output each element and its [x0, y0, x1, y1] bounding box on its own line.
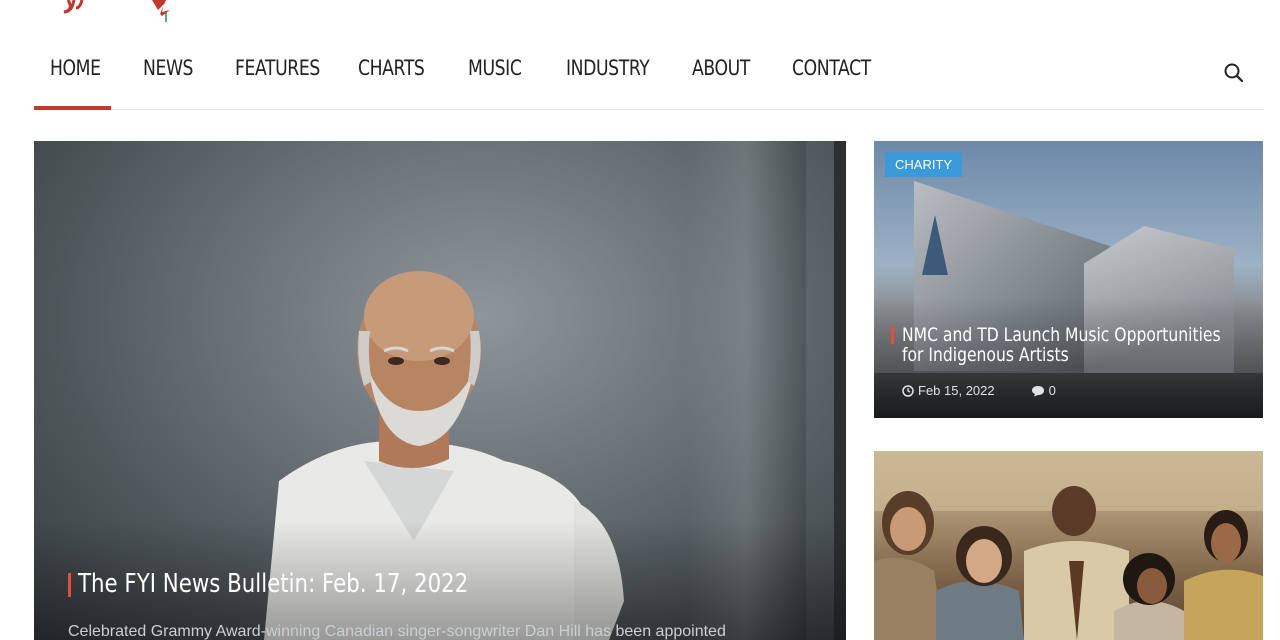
featured-article-excerpt: Celebrated Grammy Award-winning Canadian…	[68, 623, 726, 640]
nav-home[interactable]: HOME	[50, 56, 101, 80]
article-meta: Feb 15, 2022 0	[902, 383, 1056, 398]
site-logo[interactable]	[60, 0, 200, 24]
comment-icon	[1031, 385, 1044, 396]
search-icon[interactable]	[1222, 61, 1246, 85]
comment-count[interactable]: 0	[1031, 383, 1056, 398]
nav-music[interactable]: MUSIC	[468, 56, 522, 80]
nav-charts[interactable]: CHARTS	[358, 56, 425, 80]
nav-about[interactable]: ABOUT	[692, 56, 750, 80]
featured-article-title[interactable]: The FYI News Bulletin: Feb. 17, 2022	[78, 569, 468, 599]
category-badge[interactable]: CHARITY	[885, 152, 963, 177]
featured-article[interactable]: The FYI News Bulletin: Feb. 17, 2022 Cel…	[34, 141, 846, 640]
title-accent-bar	[891, 326, 894, 344]
comment-count-text: 0	[1048, 383, 1056, 398]
date-text: Feb 15, 2022	[918, 383, 995, 398]
clock-icon	[902, 384, 914, 397]
main-nav: HOME NEWS FEATURES CHARTS MUSIC INDUSTRY…	[34, 40, 1264, 110]
nav-contact[interactable]: CONTACT	[792, 56, 871, 80]
article-card[interactable]: CHARITY NMC and TD Launch Music Opportun…	[874, 141, 1263, 418]
nav-active-indicator	[34, 106, 111, 110]
nav-news[interactable]: NEWS	[143, 56, 193, 80]
article-date: Feb 15, 2022	[902, 383, 995, 398]
article-card[interactable]	[874, 451, 1263, 640]
group-photo-image	[874, 451, 1263, 640]
nav-features[interactable]: FEATURES	[235, 56, 320, 80]
title-accent-bar	[68, 573, 71, 597]
nav-industry[interactable]: INDUSTRY	[566, 56, 650, 80]
article-title[interactable]: NMC and TD Launch Music Opportunities fo…	[902, 325, 1230, 365]
